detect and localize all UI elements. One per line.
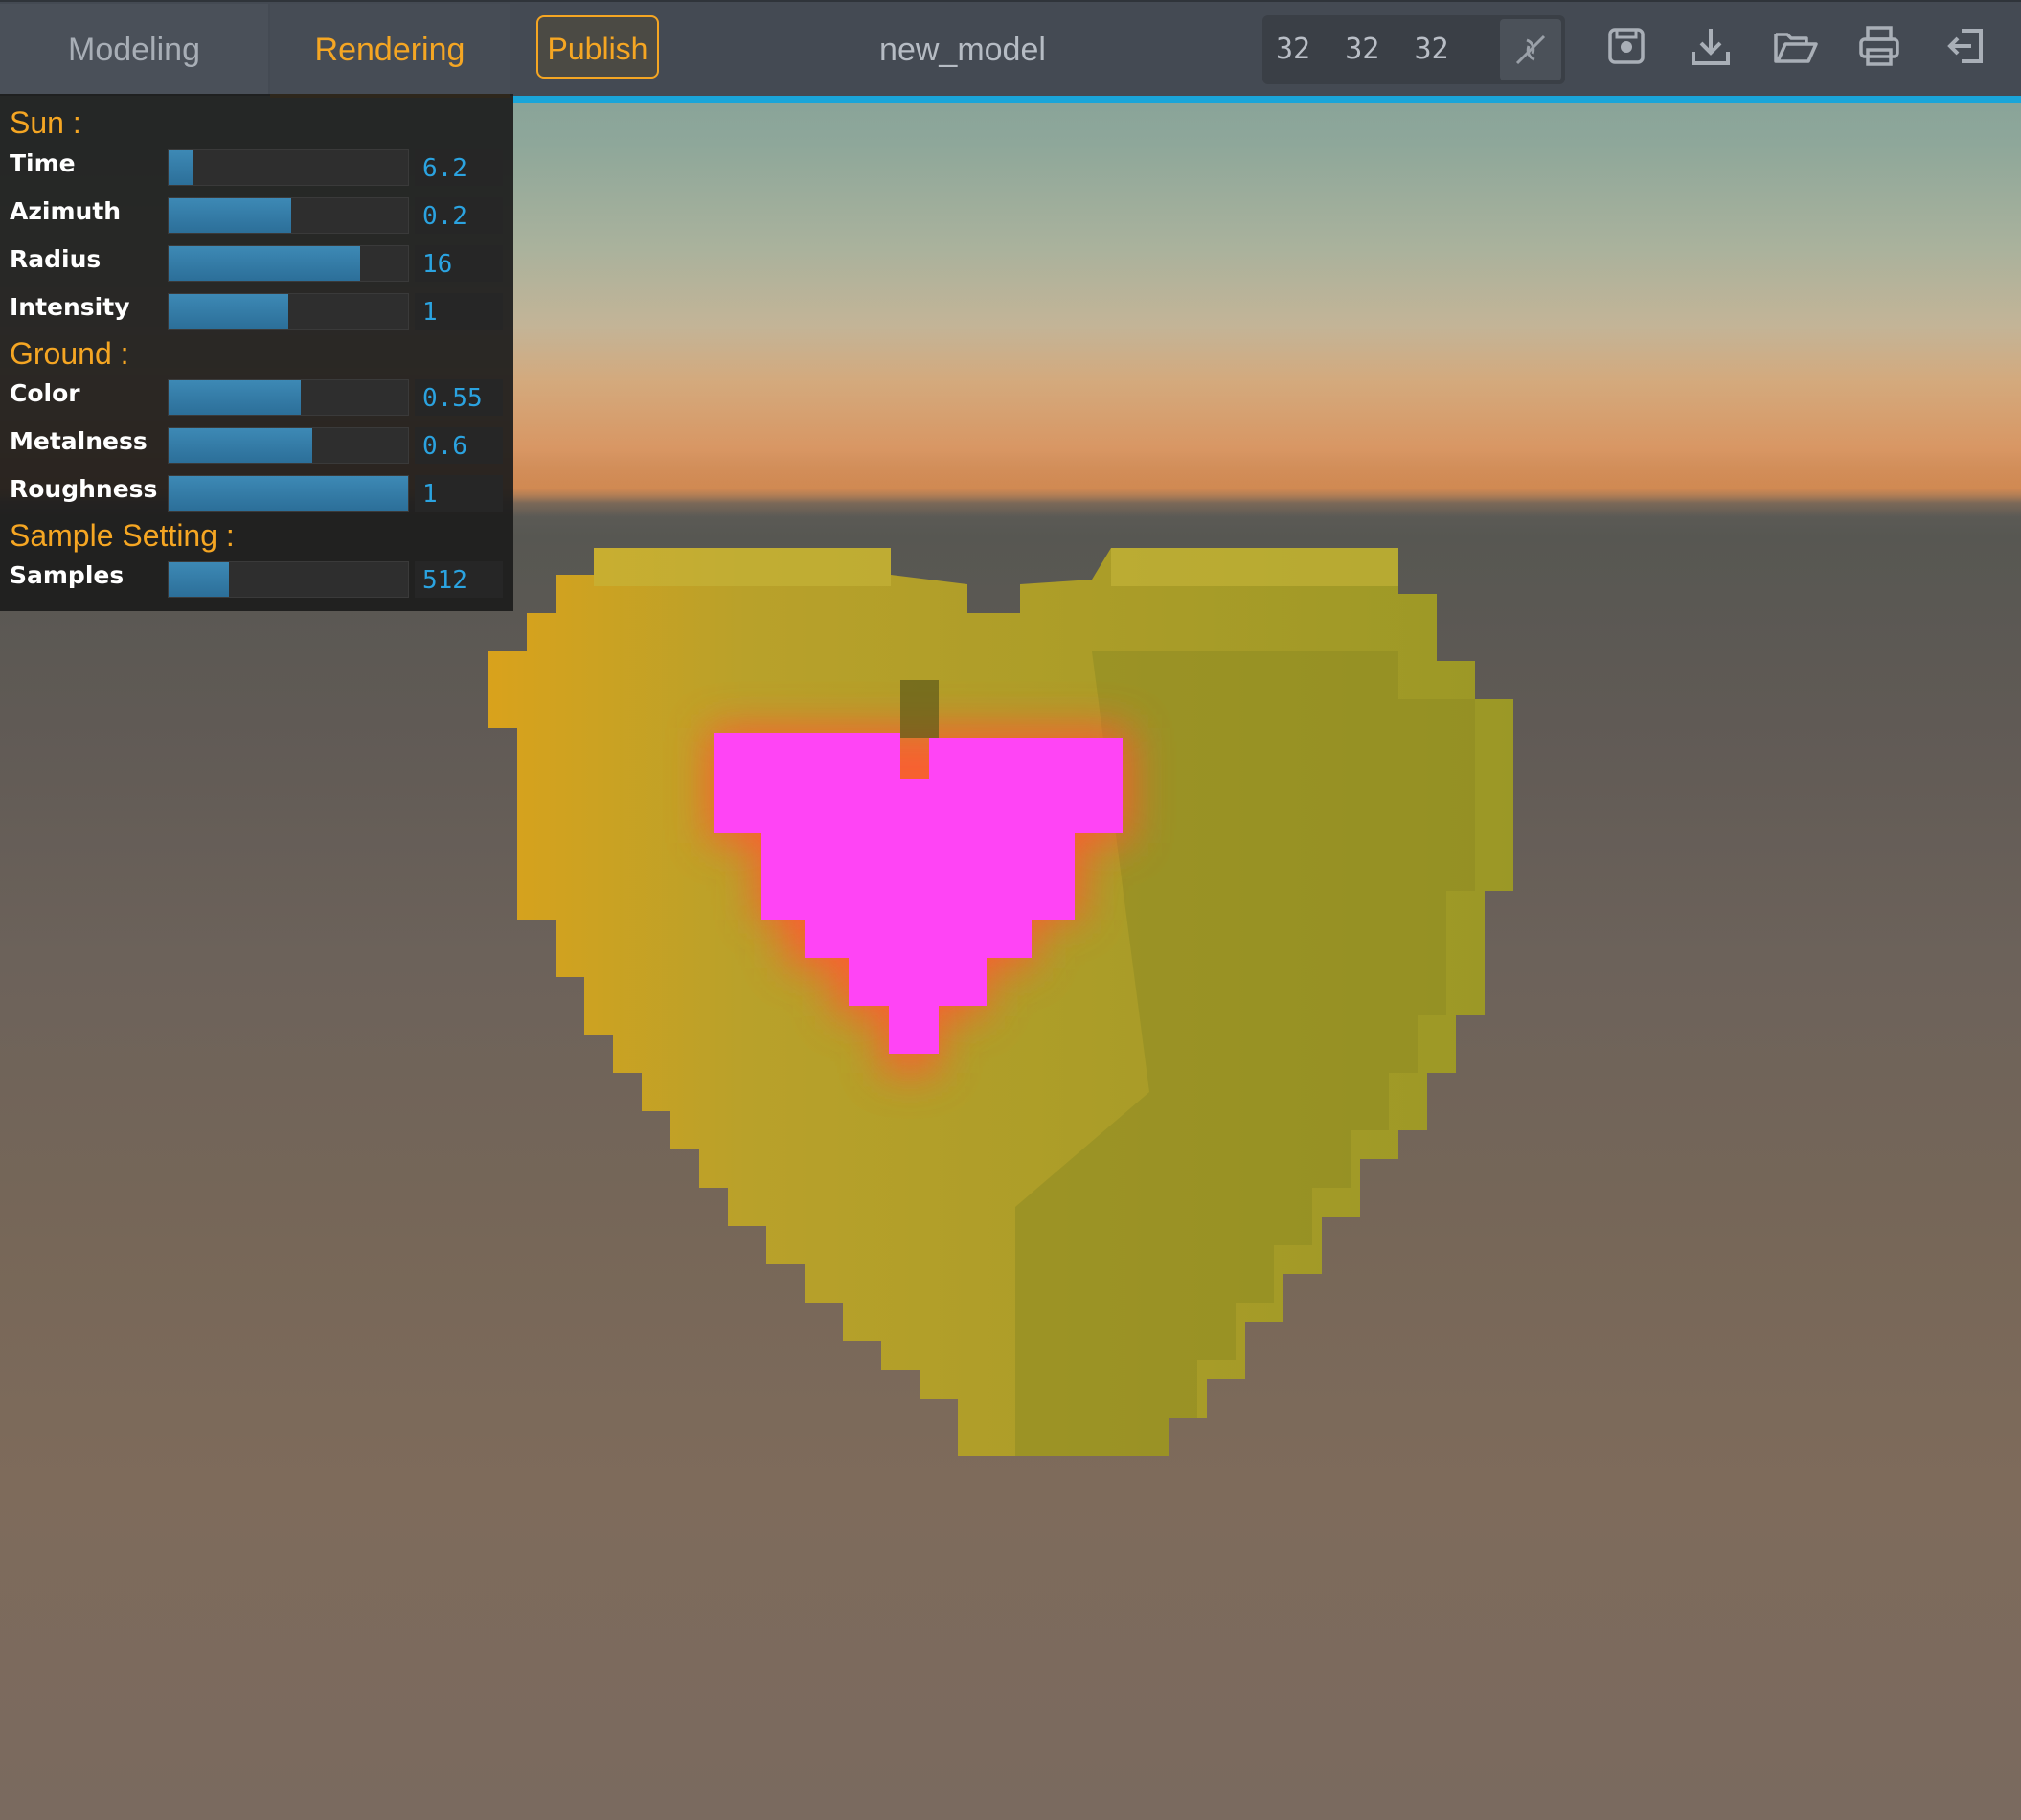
value-radius[interactable]: 16: [415, 245, 503, 282]
section-title-sample: Sample Setting :: [10, 518, 235, 553]
value-color[interactable]: 0.55: [415, 379, 503, 416]
value-time[interactable]: 6.2: [415, 149, 503, 186]
top-toolbar: Modeling Rendering Publish new_model 32 …: [0, 0, 2021, 103]
tab-rendering[interactable]: Rendering: [270, 4, 510, 98]
label-metalness: Metalness: [10, 427, 148, 455]
slider-fill: [169, 198, 291, 233]
value-azimuth[interactable]: 0.2: [415, 197, 503, 234]
voxel-heart-model[interactable]: [479, 536, 1571, 1456]
slider-radius[interactable]: [168, 245, 409, 282]
slider-time[interactable]: [168, 149, 409, 186]
slider-fill: [169, 380, 301, 415]
slider-roughness[interactable]: [168, 475, 409, 512]
resize-icon: [1515, 34, 1546, 65]
slider-samples[interactable]: [168, 561, 409, 598]
viewport-accent-bar: [513, 96, 2021, 103]
slider-fill: [169, 476, 408, 511]
slider-fill: [169, 246, 360, 281]
slider-color[interactable]: [168, 379, 409, 416]
section-title-ground: Ground :: [10, 336, 129, 371]
section-title-sun: Sun :: [10, 105, 81, 140]
open-folder-icon[interactable]: [1772, 23, 1818, 69]
label-intensity: Intensity: [10, 293, 130, 321]
slider-metalness[interactable]: [168, 427, 409, 464]
slider-fill: [169, 562, 229, 597]
label-roughness: Roughness: [10, 475, 158, 503]
slider-fill: [169, 428, 312, 463]
label-radius: Radius: [10, 245, 102, 273]
label-color: Color: [10, 379, 80, 407]
model-name[interactable]: new_model: [862, 2, 1063, 96]
dimensions-field[interactable]: 32 32 32: [1262, 15, 1565, 84]
slider-intensity[interactable]: [168, 293, 409, 330]
label-azimuth: Azimuth: [10, 197, 122, 225]
heart-top-ridge-right: [1111, 548, 1398, 586]
value-roughness[interactable]: 1: [415, 475, 503, 512]
heart-top-ridge: [594, 548, 891, 586]
slider-azimuth[interactable]: [168, 197, 409, 234]
value-samples[interactable]: 512: [415, 561, 503, 598]
print-icon[interactable]: [1856, 23, 1902, 69]
dimensions-value: 32 32 32: [1276, 33, 1449, 66]
download-icon[interactable]: [1688, 23, 1734, 69]
value-metalness[interactable]: 0.6: [415, 427, 503, 464]
label-samples: Samples: [10, 561, 125, 589]
resize-button[interactable]: [1500, 19, 1561, 80]
label-time: Time: [10, 149, 76, 177]
save-icon[interactable]: [1603, 23, 1649, 69]
render-settings-panel: Sun : Time 6.2 Azimuth 0.2 Radius 16 Int…: [0, 94, 513, 611]
tab-modeling[interactable]: Modeling: [0, 4, 268, 94]
slider-fill: [169, 294, 288, 329]
publish-button[interactable]: Publish: [536, 15, 659, 79]
heart-notch: [900, 680, 939, 738]
exit-icon[interactable]: [1942, 23, 1988, 69]
slider-fill: [169, 150, 193, 185]
value-intensity[interactable]: 1: [415, 293, 503, 330]
